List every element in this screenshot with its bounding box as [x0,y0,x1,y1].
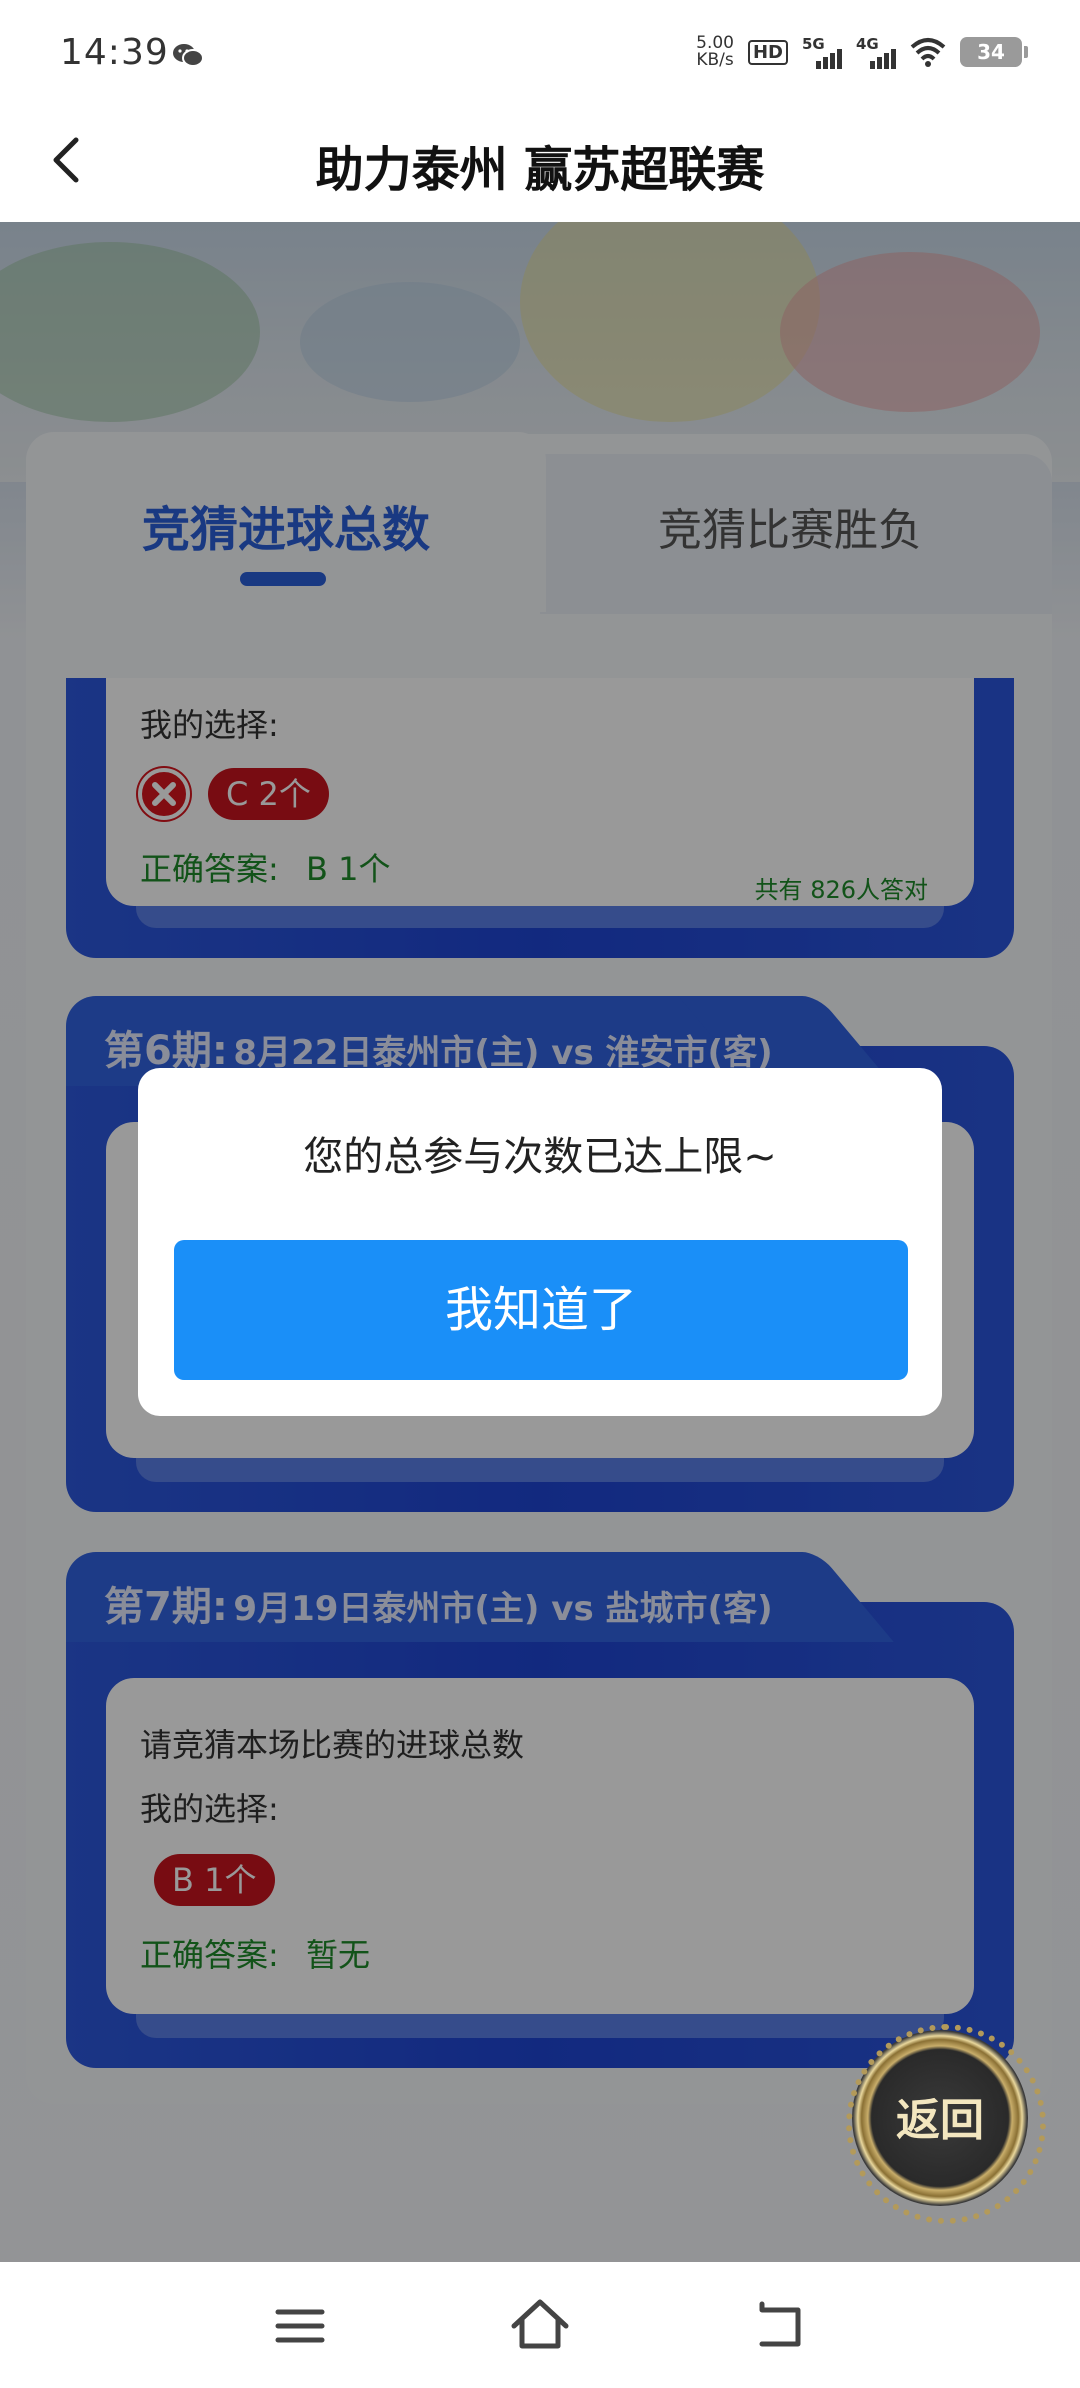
dialog-ok-button[interactable]: 我知道了 [174,1240,908,1380]
back-nav-icon[interactable] [740,2286,820,2366]
limit-dialog: 您的总参与次数已达上限~ 我知道了 [138,1068,942,1416]
wifi-icon [910,38,946,67]
page-title: 助力泰州 赢苏超联赛 [315,142,765,198]
status-right: 5.00 KB/s HD 5G 4G 34 [696,30,1028,74]
wechat-icon [173,44,204,67]
hd-badge: HD [747,39,788,65]
floating-back-label: 返回 [896,2095,984,2146]
net-speed-unit: KB/s [696,50,734,70]
status-bar: 14:39 5.00 KB/s HD 5G 4G 34 [0,0,1080,100]
system-nav-bar [0,2262,1080,2388]
signal-4g-label: 4G [856,35,879,53]
net-speed: 5.00 KB/s [696,35,734,69]
menu-icon[interactable] [260,2286,340,2366]
signal-5g-icon: 5G [802,35,842,69]
signal-4g-icon: 4G [856,35,896,69]
battery-icon: 34 [960,37,1028,67]
dialog-message: 您的总参与次数已达上限~ [303,1134,777,1180]
signal-5g-label: 5G [802,35,825,53]
home-icon[interactable] [500,2286,580,2366]
status-time: 14:39 [60,32,169,73]
app-header: 助力泰州 赢苏超联赛 [0,100,1080,222]
floating-back-button[interactable]: 返回 [846,2024,1046,2224]
